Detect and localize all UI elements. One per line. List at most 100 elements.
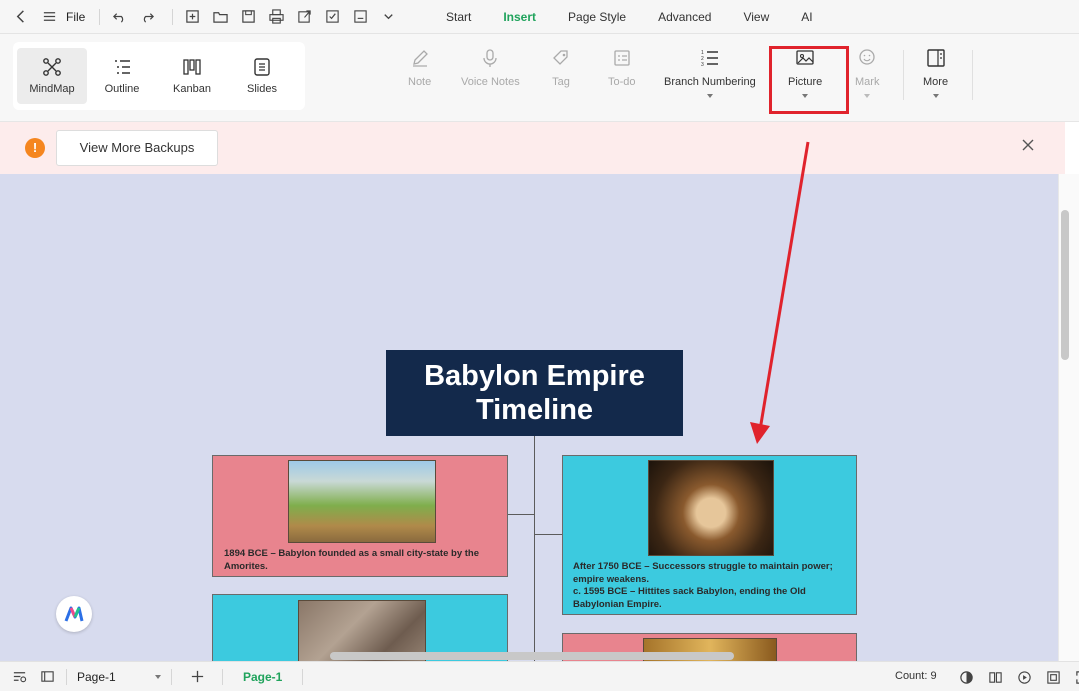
ribbon-divider	[903, 50, 904, 100]
chevron-down-icon[interactable]	[377, 6, 399, 28]
branch-topic-relief[interactable]	[212, 594, 508, 661]
back-icon[interactable]	[10, 6, 32, 28]
add-page-icon[interactable]	[186, 666, 208, 688]
print-icon[interactable]	[265, 6, 287, 28]
status-divider	[302, 668, 304, 685]
save-as-icon[interactable]	[349, 6, 371, 28]
tag-label: Tag	[552, 76, 570, 88]
view-label: Outline	[104, 83, 140, 95]
page-tab-1[interactable]: Page-1	[223, 670, 302, 684]
hanging-gardens-image[interactable]	[288, 460, 436, 543]
horizontal-scroll-thumb[interactable]	[330, 652, 734, 660]
checkbox-edit-icon[interactable]	[321, 6, 343, 28]
mark-label: Mark	[855, 76, 880, 88]
insert-ribbon: MindMap Outline Kanban Slides Note Voice…	[0, 34, 1079, 122]
book-icon[interactable]	[984, 666, 1006, 688]
tab-advanced[interactable]: Advanced	[642, 0, 727, 34]
new-file-icon[interactable]	[181, 6, 203, 28]
more-panel-icon	[926, 49, 945, 67]
voice-notes-button[interactable]: Voice Notes	[461, 48, 520, 112]
view-mindmap[interactable]: MindMap	[17, 48, 87, 104]
play-icon[interactable]	[1013, 666, 1035, 688]
outline-icon	[115, 60, 130, 74]
mark-button[interactable]: Mark	[855, 48, 879, 112]
connector-line	[534, 436, 535, 661]
tab-ai[interactable]: AI	[785, 0, 828, 34]
mindmap-icon	[43, 58, 61, 76]
todo-icon	[614, 50, 630, 66]
outline-panel-icon[interactable]	[8, 666, 30, 688]
toolbar-divider	[99, 8, 101, 25]
smiley-icon	[859, 49, 875, 65]
central-topic[interactable]: Babylon Empire Timeline	[386, 350, 683, 436]
status-divider	[171, 668, 172, 685]
ribbon-divider	[972, 50, 973, 100]
chevron-down-icon	[706, 94, 713, 98]
branch-text: 1894 BCE – Babylon founded as a small ci…	[224, 548, 479, 572]
more-label: More	[923, 76, 949, 88]
view-outline[interactable]: Outline	[87, 48, 157, 104]
mindmap-canvas[interactable]: Babylon Empire Timeline 1894 BCE – Babyl…	[0, 174, 1058, 661]
close-icon[interactable]	[1021, 138, 1041, 158]
fullscreen-icon[interactable]	[1071, 666, 1079, 688]
tab-view[interactable]: View	[727, 0, 785, 34]
tag-button[interactable]: Tag	[551, 48, 571, 112]
view-label: Slides	[247, 83, 277, 95]
numbered-list-icon: 123	[701, 50, 718, 68]
more-button[interactable]: More	[923, 48, 948, 112]
pencil-icon	[412, 50, 428, 67]
tab-insert[interactable]: Insert	[487, 0, 552, 34]
fit-screen-icon[interactable]	[1042, 666, 1064, 688]
slides-icon	[254, 58, 270, 76]
branch-topic-1894[interactable]: 1894 BCE – Babylon founded as a small ci…	[212, 455, 508, 577]
backup-notice-bar: ! View More Backups	[0, 122, 1065, 174]
note-button[interactable]: Note	[408, 48, 431, 112]
chevron-down-icon	[864, 94, 871, 98]
file-menu[interactable]: File	[66, 10, 85, 24]
view-kanban[interactable]: Kanban	[157, 48, 227, 104]
open-folder-icon[interactable]	[209, 6, 231, 28]
todo-button[interactable]: To-do	[608, 48, 636, 112]
quick-access-bar: File	[0, 0, 405, 34]
theme-icon[interactable]	[955, 666, 977, 688]
status-bar: Page-1 Page-1 Count: 9	[0, 661, 1079, 691]
view-switcher: MindMap Outline Kanban Slides	[13, 42, 305, 110]
todo-label: To-do	[608, 76, 636, 88]
page-select-value: Page-1	[77, 669, 116, 684]
microphone-icon	[483, 49, 497, 67]
tab-page-style[interactable]: Page Style	[552, 0, 642, 34]
toolbar-divider	[172, 8, 174, 25]
edrawmind-logo-button[interactable]	[56, 596, 92, 632]
voice-notes-label: Voice Notes	[461, 76, 520, 88]
status-tools	[955, 666, 1079, 688]
logo-icon	[64, 606, 84, 622]
branch-topic-1750[interactable]: After 1750 BCE – Successors struggle to …	[562, 455, 857, 615]
vertical-scroll-thumb[interactable]	[1061, 210, 1069, 360]
menu-icon[interactable]	[38, 6, 60, 28]
export-icon[interactable]	[293, 6, 315, 28]
top-toolbar: File Start Insert Page Style Advanced Vi…	[0, 0, 1079, 34]
count-readout: Count: 9	[895, 670, 937, 682]
view-label: Kanban	[173, 83, 211, 95]
save-icon[interactable]	[237, 6, 259, 28]
redo-icon[interactable]	[136, 6, 158, 28]
undo-icon[interactable]	[108, 6, 130, 28]
connector-line	[534, 534, 563, 535]
tab-start[interactable]: Start	[430, 0, 487, 34]
view-label: MindMap	[29, 83, 75, 95]
view-more-backups-button[interactable]: View More Backups	[56, 130, 218, 166]
battle-painting-image[interactable]	[648, 460, 774, 556]
tag-icon	[553, 50, 568, 65]
page-panel-icon[interactable]	[36, 666, 58, 688]
main-tabs: Start Insert Page Style Advanced View AI	[430, 0, 829, 34]
branch-text: After 1750 BCE – Successors struggle to …	[573, 561, 833, 610]
view-slides[interactable]: Slides	[227, 48, 297, 104]
note-label: Note	[408, 76, 432, 88]
branch-numbering-button[interactable]: 123 Branch Numbering	[664, 48, 756, 112]
svg-text:3: 3	[701, 62, 704, 68]
page-select[interactable]: Page-1	[71, 666, 167, 688]
chevron-down-icon	[932, 94, 939, 98]
picture-highlight-box	[769, 46, 849, 114]
status-divider	[66, 668, 67, 685]
kanban-icon	[183, 59, 201, 75]
